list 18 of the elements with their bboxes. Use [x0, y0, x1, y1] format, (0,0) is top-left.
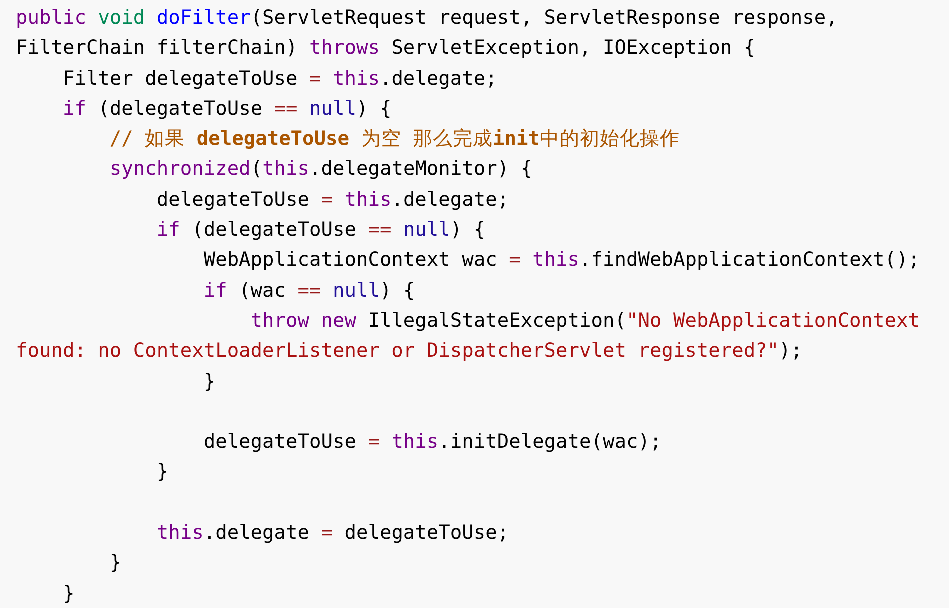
code-line: // 如果 delegateToUse 为空 那么完成init中的初始化操作	[108, 126, 680, 152]
code-line: if (wac == null) {	[202, 278, 416, 304]
code-line: if (delegateToUse == null) {	[62, 96, 392, 122]
code-line: }	[202, 368, 216, 395]
code-line: public void doFilter(ServletRequest request, ServletResponse response,	[16, 5, 838, 31]
code-line: Filter delegateToUse = this.delegate;	[62, 66, 498, 92]
code-line: }	[108, 550, 122, 576]
code-line: WebApplicationContext wac = this.findWebApplicationContext();	[202, 247, 920, 274]
code-line: delegateToUse = this.initDelegate(wac);	[202, 429, 662, 456]
code-line: }	[62, 580, 75, 607]
code-line: this.delegate = delegateToUse;	[156, 520, 510, 546]
code-line: if (delegateToUse == null) {	[156, 217, 486, 244]
code-line: }	[156, 459, 169, 486]
code-line: synchronized(this.delegateMonitor) {	[108, 156, 533, 182]
code-line: found: no ContextLoaderListener or DispatcherServlet registered?");	[16, 338, 803, 364]
code-line: delegateToUse = this.delegate;	[156, 186, 510, 213]
code-line: FilterChain filterChain) throws ServletException, IOException {	[16, 35, 756, 62]
code-line: throw new IllegalStateException("No WebApplicationContext	[250, 308, 920, 334]
